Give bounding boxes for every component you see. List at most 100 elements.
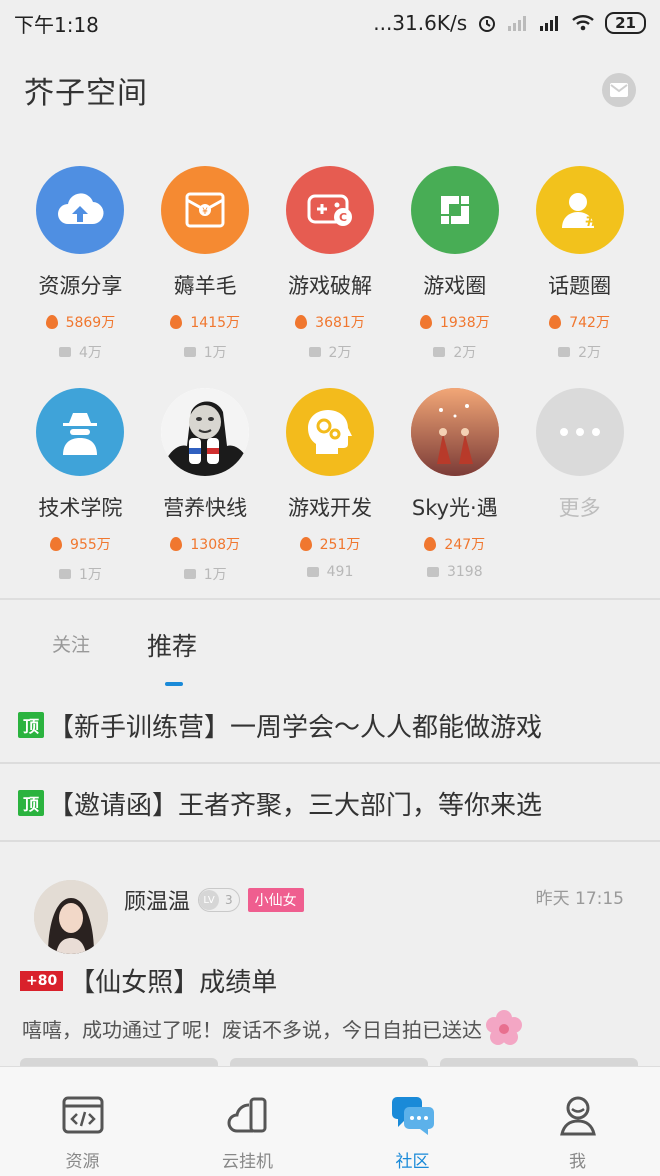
sky-artwork-icon xyxy=(410,388,499,476)
code-icon xyxy=(62,1093,104,1137)
svg-text:#: # xyxy=(584,210,599,231)
category-grid: 资源分享 5869万 4万 ¥ 薅羊毛 1415万 1万 C 游戏破解 3681… xyxy=(18,162,642,598)
nav-community[interactable]: 社区 xyxy=(330,1067,495,1176)
category-name: 资源分享 xyxy=(38,274,123,298)
nav-label: 社区 xyxy=(395,1152,430,1172)
category-game-dev[interactable]: 游戏开发 251万 491 xyxy=(268,384,393,598)
comment-icon xyxy=(58,569,71,579)
nav-resources[interactable]: 资源 xyxy=(0,1067,165,1176)
status-time: 下午1:18 xyxy=(14,12,99,37)
comment-icon xyxy=(306,567,319,577)
category-game-circle[interactable]: 游戏圈 1938万 2万 xyxy=(392,162,517,376)
hot-count: 251万 xyxy=(299,534,360,554)
post-count: 3198 xyxy=(426,564,483,580)
pinned-post-title: 【新手训练营】一周学会～人人都能做游戏 xyxy=(48,712,543,743)
status-bar: 下午1:18 ...31.6K/s 21 xyxy=(0,0,660,46)
hot-count: 5869万 xyxy=(45,312,115,332)
pinned-post-title: 【邀请函】王者齐聚，三大部门，等你来选 xyxy=(48,790,543,821)
ring-logo-icon xyxy=(410,166,499,254)
post-title: 【仙女照】成绩单 xyxy=(69,968,278,998)
post-excerpt-row: 嘻嘻，成功通过了呢！废话不多说，今日自拍已送达 xyxy=(22,1008,524,1048)
score-badge: +80 xyxy=(20,970,64,991)
post-excerpt: 嘻嘻，成功通过了呢！废话不多说，今日自拍已送达 xyxy=(22,1017,482,1042)
hot-count: 1415万 xyxy=(170,312,240,332)
feed-tabs: 关注 推荐 xyxy=(0,612,660,692)
post-count: 4万 xyxy=(58,342,102,362)
level-prefix: LV xyxy=(199,890,220,910)
category-name: 薅羊毛 xyxy=(173,274,237,298)
category-wool[interactable]: ¥ 薅羊毛 1415万 1万 xyxy=(143,162,268,376)
nav-me[interactable]: 我 xyxy=(495,1067,660,1176)
tab-follow[interactable]: 关注 xyxy=(52,630,90,657)
post-count: 2万 xyxy=(308,342,351,362)
pinned-post[interactable]: 顶 【新手训练营】一周学会～人人都能做游戏 xyxy=(0,688,660,764)
comment-icon xyxy=(58,347,71,357)
battery-indicator: 21 xyxy=(605,12,646,34)
spy-icon xyxy=(36,388,125,476)
flame-icon xyxy=(424,537,437,551)
hot-count: 742万 xyxy=(549,312,610,332)
tab-recommend[interactable]: 推荐 xyxy=(147,627,197,663)
flame-icon xyxy=(295,315,308,329)
flame-icon xyxy=(50,537,63,551)
flame-icon xyxy=(45,315,58,329)
category-topic-circle[interactable]: # 话题圈 742万 2万 xyxy=(517,162,642,376)
post-card[interactable]: 顾温温 LV 3 小仙女 昨天 17:15 +80 【仙女照】成绩单 嘻嘻，成功… xyxy=(0,846,660,1068)
flame-icon xyxy=(419,315,432,329)
post-count: 1万 xyxy=(183,564,227,584)
category-resource-share[interactable]: 资源分享 5869万 4万 xyxy=(18,162,143,376)
category-nutrition-express[interactable]: 营养快线 1308万 1万 xyxy=(143,384,268,598)
hot-count: 247万 xyxy=(424,534,485,554)
post-count: 2万 xyxy=(558,342,601,362)
nav-cloud-hosting[interactable]: 云挂机 xyxy=(165,1067,330,1176)
category-tech-academy[interactable]: 技术学院 955万 1万 xyxy=(18,384,143,598)
post-title-row: +80 【仙女照】成绩单 xyxy=(20,962,277,999)
alarm-icon xyxy=(479,16,496,32)
active-tab-indicator xyxy=(165,682,183,686)
category-name: 话题圈 xyxy=(548,274,612,298)
user-hashtag-icon: # xyxy=(535,166,624,254)
svg-text:C: C xyxy=(339,211,347,224)
comment-icon xyxy=(426,567,439,577)
svg-text:¥: ¥ xyxy=(202,207,208,217)
nav-label: 云挂机 xyxy=(222,1152,273,1172)
gamepad-icon: C xyxy=(285,166,374,254)
cloud-upload-icon xyxy=(36,166,125,254)
level-badge: LV 3 xyxy=(198,888,240,912)
wifi-icon xyxy=(572,15,594,31)
category-name: 技术学院 xyxy=(38,496,123,520)
user-tag: 小仙女 xyxy=(247,888,304,912)
hot-count: 3681万 xyxy=(295,312,365,332)
flame-icon xyxy=(299,537,312,551)
category-sky[interactable]: Sky光·遇 247万 3198 xyxy=(392,384,517,598)
hot-count: 955万 xyxy=(50,534,111,554)
category-more[interactable]: 更多 xyxy=(517,384,642,598)
pinned-post[interactable]: 顶 【邀请函】王者齐聚，三大部门，等你来选 xyxy=(0,766,660,842)
flower-emoji-icon xyxy=(486,1010,522,1045)
avatar[interactable] xyxy=(34,880,108,954)
more-dots-icon xyxy=(535,388,624,476)
post-count: 1万 xyxy=(58,564,102,584)
category-name: Sky光·遇 xyxy=(411,496,498,520)
category-name: 游戏破解 xyxy=(287,274,372,298)
app-header: 芥子空间 xyxy=(0,60,660,120)
post-count: 2万 xyxy=(433,342,476,362)
flame-icon xyxy=(170,537,183,551)
post-time: 昨天 17:15 xyxy=(535,889,624,909)
hot-count: 1938万 xyxy=(419,312,490,332)
level-number: 3 xyxy=(225,893,233,907)
author-name[interactable]: 顾温温 xyxy=(124,884,190,916)
meme-face-icon xyxy=(161,388,250,476)
network-speed: ...31.6K/s xyxy=(373,11,468,35)
mail-button[interactable] xyxy=(602,73,636,107)
category-name: 游戏圈 xyxy=(423,274,487,298)
pin-badge: 顶 xyxy=(18,712,44,738)
mail-icon xyxy=(610,83,628,97)
category-name: 游戏开发 xyxy=(287,496,372,520)
bottom-nav: 资源 云挂机 社区 我 xyxy=(0,1066,660,1176)
flame-icon xyxy=(549,315,562,329)
comment-icon xyxy=(558,347,571,357)
status-indicators: ...31.6K/s 21 xyxy=(373,11,646,35)
signal-off-icon xyxy=(508,16,527,31)
category-game-crack[interactable]: C 游戏破解 3681万 2万 xyxy=(268,162,393,376)
